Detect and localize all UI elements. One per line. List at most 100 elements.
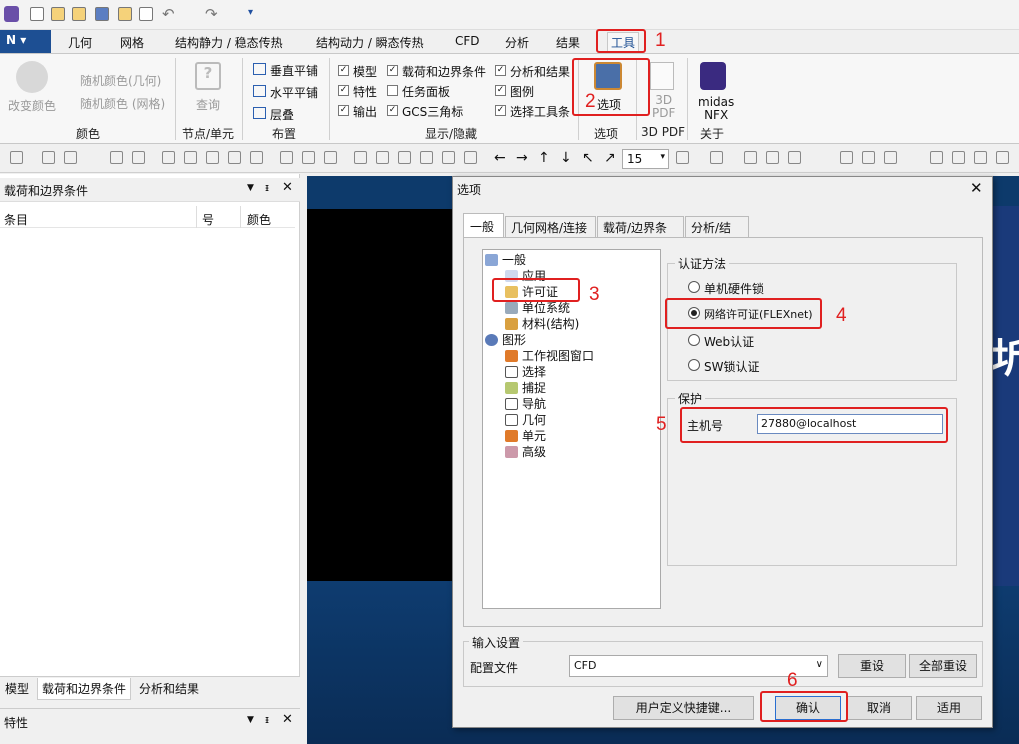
coord-icon[interactable] [996, 151, 1009, 164]
tab-dynamic[interactable]: 结构动力 / 瞬态传热 [316, 34, 424, 51]
cancel-button[interactable]: 取消 [846, 696, 912, 720]
random-color-geometry-button[interactable]: 随机颜色(几何) [80, 72, 161, 89]
gcs-checkbox[interactable]: ✓ [387, 105, 398, 116]
analysis-checkbox[interactable]: ✓ [495, 65, 506, 76]
tab-results[interactable]: 结果 [556, 34, 580, 51]
bottom-tab-results[interactable]: 分析和结果 [139, 680, 199, 697]
hide-icon[interactable] [840, 151, 853, 164]
horizontal-tile-button[interactable]: 水平平铺 [270, 84, 318, 101]
tab-cfd[interactable]: CFD [455, 34, 480, 48]
tree-item-work-view[interactable]: 工作视图窗口 [505, 347, 594, 364]
props-dropdown-icon[interactable]: ▼ [247, 715, 254, 725]
bottom-tab-model[interactable]: 模型 [5, 680, 29, 697]
bottom-tab-loads[interactable]: 载荷和边界条件 [37, 678, 132, 700]
arrow-right-icon[interactable]: → [516, 150, 528, 166]
select-toolbar-checkbox[interactable]: ✓ [495, 105, 506, 116]
lock-open-icon[interactable] [64, 151, 77, 164]
view-top-icon[interactable] [398, 151, 411, 164]
toggle-icon[interactable] [884, 151, 897, 164]
tree-item-nav[interactable]: 导航 [505, 395, 546, 412]
auth-option-hardware-lock-radio[interactable] [688, 281, 700, 293]
query-button[interactable]: 查询 [196, 96, 220, 113]
tab-general[interactable]: 一般 [463, 213, 504, 238]
panel-pin-icon[interactable]: ᵻ [265, 181, 269, 194]
model-checkbox[interactable]: ✓ [338, 65, 349, 76]
tree-item-graphics[interactable]: 图形 [485, 331, 526, 348]
open-folder-icon[interactable] [51, 7, 65, 21]
application-menu-button[interactable]: N ▾ [0, 30, 51, 53]
shade-icon[interactable] [744, 151, 757, 164]
auth-option-sw-lock-label[interactable]: SW锁认证 [704, 358, 759, 375]
zoom-icon[interactable] [110, 151, 123, 164]
undo-icon[interactable]: ↶ [162, 5, 175, 23]
props-pin-icon[interactable]: ᵻ [265, 713, 269, 726]
reset-button[interactable]: 重设 [838, 654, 906, 678]
arrow-left-icon[interactable]: ← [494, 150, 506, 166]
panel-close-icon[interactable]: ✕ [282, 180, 293, 195]
reset-all-button[interactable]: 全部重设 [909, 654, 977, 678]
folder-icon[interactable] [118, 7, 132, 21]
grid-snap-icon[interactable] [930, 151, 943, 164]
axis-2-icon[interactable] [324, 151, 337, 164]
transparent-icon[interactable] [788, 151, 801, 164]
cascade-button[interactable]: 层叠 [270, 106, 294, 123]
tab-analysis[interactable]: 分析 [505, 34, 529, 51]
3d-pdf-button[interactable]: 3D PDF [652, 94, 675, 120]
change-color-icon[interactable] [16, 61, 48, 93]
axis-icon[interactable] [302, 151, 315, 164]
workplane-icon[interactable] [974, 151, 987, 164]
dialog-close-icon[interactable]: ✕ [970, 179, 983, 197]
about-nfx-button[interactable]: midas NFX [698, 96, 734, 122]
view-right-icon[interactable] [420, 151, 433, 164]
new-file-icon[interactable] [30, 7, 44, 21]
tab-loads-boundary[interactable]: 载荷/边界条件 [597, 216, 684, 252]
pan-icon[interactable] [250, 151, 263, 164]
auth-option-sw-lock-radio[interactable] [688, 359, 700, 371]
output-checkbox[interactable]: ✓ [338, 105, 349, 116]
tree-item-geometry[interactable]: 几何 [505, 411, 546, 428]
column-header-number[interactable]: 号 [202, 211, 214, 228]
tab-mesh[interactable]: 网格 [120, 34, 144, 51]
panel-dropdown-icon[interactable]: ▼ [247, 183, 254, 193]
window-icon[interactable] [139, 7, 153, 21]
view-front-icon[interactable] [376, 151, 389, 164]
custom-shortcut-button[interactable]: 用户定义快捷键... [613, 696, 754, 720]
customize-dropdown-icon[interactable]: ▾ [248, 7, 253, 18]
tree-item-element[interactable]: 单元 [505, 427, 546, 444]
tree-item-snap[interactable]: 捕捉 [505, 379, 546, 396]
render-mode-icon[interactable] [676, 151, 689, 164]
show-icon[interactable] [862, 151, 875, 164]
grid-icon[interactable] [280, 151, 293, 164]
arrow-down-icon[interactable]: ↓ [560, 150, 572, 166]
auth-option-web-radio[interactable] [688, 334, 700, 346]
shade-edge-icon[interactable] [766, 151, 779, 164]
rotate-left-icon[interactable] [206, 151, 219, 164]
apply-button[interactable]: 适用 [916, 696, 982, 720]
loads-checkbox[interactable]: ✓ [387, 65, 398, 76]
tree-item-select[interactable]: 选择 [505, 363, 546, 380]
tab-geometry-mesh[interactable]: 几何网格/连接 [505, 216, 596, 238]
tree-item-advanced[interactable]: 高级 [505, 443, 546, 460]
lock-icon[interactable] [42, 151, 55, 164]
mesh-display-icon[interactable] [710, 151, 723, 164]
legend-checkbox[interactable]: ✓ [495, 85, 506, 96]
auth-option-web-label[interactable]: Web认证 [704, 333, 754, 350]
redo-icon[interactable]: ↷ [205, 5, 218, 23]
random-color-mesh-button[interactable]: 随机颜色 (网格) [80, 95, 165, 112]
tab-geometry[interactable]: 几何 [68, 34, 92, 51]
open-icon[interactable] [72, 7, 86, 21]
arrow-up-icon[interactable]: ↑ [538, 150, 550, 166]
vertical-tile-button[interactable]: 垂直平铺 [270, 62, 318, 79]
query-icon[interactable]: ? [195, 62, 221, 90]
tab-analysis-results[interactable]: 分析/结果 [685, 216, 749, 252]
taskpane-checkbox[interactable] [387, 85, 398, 96]
view-left-icon[interactable] [442, 151, 455, 164]
auth-option-hardware-lock-label[interactable]: 单机硬件锁 [704, 280, 764, 297]
arrow-upleft-icon[interactable]: ↖ [582, 150, 594, 166]
view-iso-icon[interactable] [354, 151, 367, 164]
tab-static[interactable]: 结构静力 / 稳态传热 [175, 34, 283, 51]
run-icon[interactable] [10, 151, 23, 164]
tree-item-general[interactable]: 一般 [485, 251, 526, 268]
tree-item-material[interactable]: 材料(结构) [505, 315, 579, 332]
save-icon[interactable] [95, 7, 109, 21]
